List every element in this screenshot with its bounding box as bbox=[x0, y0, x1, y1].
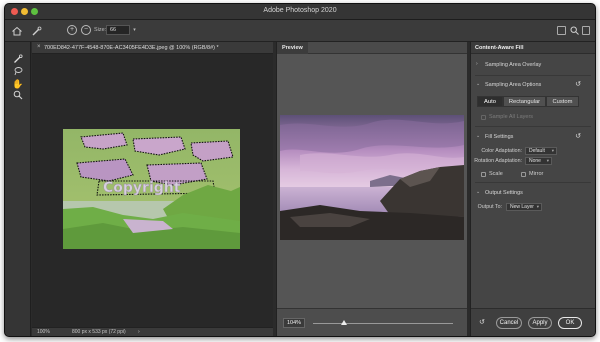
spot-healing-brush-tool-icon[interactable] bbox=[12, 54, 24, 66]
title-bar: Adobe Photoshop 2020 bbox=[5, 4, 595, 20]
caf-button-bar: ↺ Cancel Apply OK bbox=[471, 308, 595, 336]
document-tab[interactable]: × 700ED842-477F-4548-870E-AC3405FE4D3E.j… bbox=[32, 42, 273, 54]
lasso-tool-icon[interactable] bbox=[12, 66, 24, 78]
document-area: × 700ED842-477F-4548-870E-AC3405FE4D3E.j… bbox=[32, 42, 273, 336]
hand-tool-icon[interactable]: ✋ bbox=[12, 78, 24, 90]
apply-button[interactable]: Apply bbox=[528, 317, 552, 329]
home-icon[interactable] bbox=[11, 26, 22, 37]
preview-tab[interactable]: Preview bbox=[277, 42, 308, 54]
reset-all-icon[interactable]: ↺ bbox=[479, 318, 485, 326]
document-canvas[interactable]: Copyright bbox=[63, 129, 240, 249]
sampling-overlay-row[interactable]: › Sampling Area Overlay bbox=[471, 60, 595, 71]
chevron-down-icon: ▾ bbox=[536, 204, 539, 209]
segment-rectangular[interactable]: Rectangular bbox=[503, 96, 546, 107]
size-dropdown-icon[interactable]: ▾ bbox=[131, 25, 138, 35]
scale-checkbox[interactable] bbox=[481, 172, 486, 177]
search-icon[interactable] bbox=[569, 26, 580, 37]
color-adaptation-value: Default bbox=[529, 148, 545, 154]
size-input[interactable]: 66 bbox=[106, 25, 130, 35]
tools-panel: ✋ bbox=[5, 42, 31, 336]
scale-label: Scale bbox=[489, 171, 503, 177]
window-icon[interactable] bbox=[557, 26, 566, 35]
color-adaptation-label: Color Adaptation: bbox=[481, 148, 522, 154]
preview-zoom-thumb[interactable] bbox=[341, 320, 347, 325]
output-to-select[interactable]: New Layer ▾ bbox=[506, 203, 542, 211]
sample-all-layers-label: Sample All Layers bbox=[489, 114, 534, 120]
caf-tab[interactable]: Content-Aware Fill bbox=[475, 45, 524, 51]
ok-button[interactable]: OK bbox=[558, 317, 582, 329]
chevron-down-icon: ⌄ bbox=[476, 81, 481, 87]
preview-image[interactable] bbox=[280, 115, 464, 240]
output-to-label: Output To: bbox=[477, 204, 502, 210]
chevron-down-icon: ⌄ bbox=[476, 189, 481, 195]
chevron-down-icon: ▾ bbox=[546, 158, 549, 163]
spot-healing-brush-icon[interactable] bbox=[31, 26, 42, 37]
chevron-right-icon: › bbox=[476, 61, 478, 67]
preview-zoom-slider[interactable] bbox=[313, 323, 453, 324]
chevron-down-icon: ▾ bbox=[551, 148, 554, 153]
zoom-tool-icon[interactable] bbox=[12, 90, 24, 102]
divider bbox=[475, 75, 591, 76]
reset-icon[interactable]: ↺ bbox=[575, 132, 581, 140]
fill-settings-row[interactable]: ⌄ Fill Settings ↺ bbox=[471, 132, 595, 143]
output-settings-label: Output Settings bbox=[485, 190, 523, 196]
photoshop-window: Adobe Photoshop 2020 + − Size: 66 ▾ ✋ × … bbox=[4, 3, 596, 337]
cancel-button[interactable]: Cancel bbox=[496, 317, 522, 329]
segment-auto[interactable]: Auto bbox=[477, 96, 503, 107]
workspace-icon[interactable] bbox=[582, 26, 590, 35]
status-expand-icon[interactable]: › bbox=[138, 329, 140, 335]
caf-tab-bar: Content-Aware Fill bbox=[471, 42, 595, 54]
divider bbox=[475, 126, 591, 127]
status-zoom[interactable]: 100% bbox=[37, 329, 50, 335]
chevron-down-icon: ⌄ bbox=[476, 133, 481, 139]
rotation-adaptation-value: None bbox=[529, 158, 541, 164]
sampling-options-row[interactable]: ⌄ Sampling Area Options ↺ bbox=[471, 80, 595, 91]
fill-settings-label: Fill Settings bbox=[485, 134, 514, 140]
output-settings-row[interactable]: ⌄ Output Settings bbox=[471, 188, 595, 199]
mirror-label: Mirror bbox=[529, 171, 544, 177]
sampling-options-label: Sampling Area Options bbox=[485, 82, 542, 88]
preview-panel: Preview 104% bbox=[276, 42, 467, 336]
document-title: 700ED842-477F-4548-870E-AC3405FE4D3E.jpe… bbox=[44, 45, 219, 51]
output-to-value: New Layer bbox=[510, 204, 534, 210]
segment-custom[interactable]: Custom bbox=[546, 96, 579, 107]
subtract-from-mask-icon[interactable]: − bbox=[81, 25, 91, 35]
divider bbox=[475, 182, 591, 183]
close-document-icon[interactable]: × bbox=[37, 44, 41, 50]
status-doc-info: 800 px x 533 px (72 ppi) bbox=[72, 329, 126, 335]
preview-zoom-input[interactable]: 104% bbox=[283, 318, 305, 328]
preview-zoom-bar: 104% bbox=[277, 308, 467, 336]
window-title: Adobe Photoshop 2020 bbox=[263, 7, 337, 14]
mirror-checkbox[interactable] bbox=[521, 172, 526, 177]
rotation-adaptation-label: Rotation Adaptation: bbox=[474, 158, 522, 164]
color-adaptation-select[interactable]: Default ▾ bbox=[525, 147, 557, 155]
rotation-adaptation-select[interactable]: None ▾ bbox=[525, 157, 552, 165]
status-bar: 100% 800 px x 533 px (72 ppi) › bbox=[32, 327, 273, 336]
size-label: Size: bbox=[94, 27, 107, 33]
reset-icon[interactable]: ↺ bbox=[575, 80, 581, 88]
add-to-mask-icon[interactable]: + bbox=[67, 25, 77, 35]
options-bar: + − Size: 66 ▾ bbox=[5, 20, 595, 42]
watermark-text: Copyright bbox=[103, 180, 181, 196]
content-aware-fill-panel: Content-Aware Fill › Sampling Area Overl… bbox=[470, 42, 595, 336]
sampling-overlay-label: Sampling Area Overlay bbox=[485, 62, 542, 68]
sample-all-layers-checkbox[interactable] bbox=[481, 115, 486, 120]
preview-tab-bar: Preview bbox=[277, 42, 467, 54]
